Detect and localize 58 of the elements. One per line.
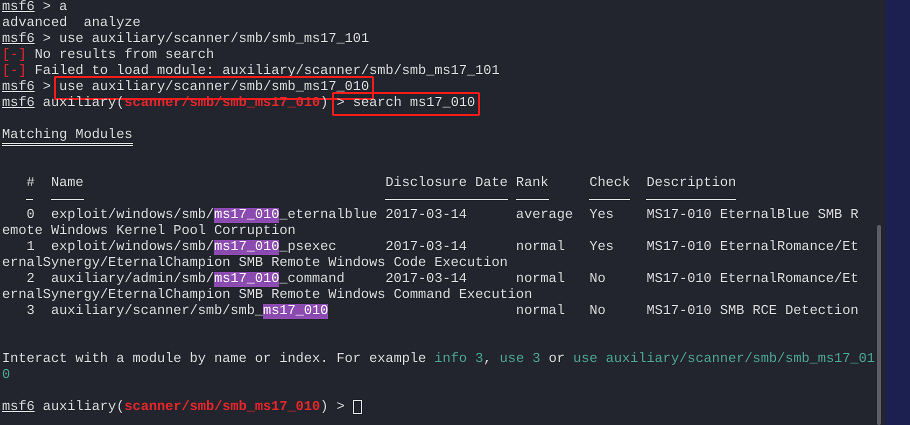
table-cell: 2 xyxy=(26,272,35,288)
command-hint: use 3 xyxy=(500,352,540,368)
terminal-text: > a xyxy=(42,0,68,16)
column-header: Description xyxy=(646,176,736,192)
terminal-text: > use auxiliary/scanner/smb/smb_ms17_101 xyxy=(42,32,370,48)
table-cell: 0 xyxy=(26,208,35,224)
command-hint: info 3 xyxy=(434,352,484,368)
table-cell: MS17-010 EternalRomance/Et xyxy=(646,240,859,256)
module-name: scanner/smb/smb_ms17_010 xyxy=(124,400,320,416)
table-cell: normal xyxy=(516,304,565,320)
table-cell: No xyxy=(589,272,606,288)
module-path: exploit/windows/smb/ms17_010_psexec xyxy=(50,240,336,256)
table-cell: normal xyxy=(516,240,565,256)
prompt-text: msf6 xyxy=(2,96,35,112)
table-cell: 3 xyxy=(26,304,35,320)
error-marker: [-] xyxy=(2,48,26,64)
command-hint: 0 xyxy=(2,368,10,384)
table-cell: normal xyxy=(516,272,565,288)
terminal-text: , xyxy=(483,352,492,368)
table-cell: 2017-03-14 xyxy=(385,240,467,256)
terminal-text: auxiliary( xyxy=(42,400,124,416)
column-header: Name xyxy=(50,176,84,192)
column-header: # xyxy=(26,176,35,192)
prompt-text: msf6 xyxy=(2,80,35,96)
module-path: auxiliary/admin/smb/ms17_010_command xyxy=(50,272,345,288)
table-cell: Yes xyxy=(589,240,614,256)
column-header: Rank xyxy=(516,176,549,192)
table-cell: No xyxy=(589,304,606,320)
terminal-text: No results from search xyxy=(34,48,214,64)
text-cursor xyxy=(352,400,362,414)
table-cell: MS17-010 EternalBlue SMB R xyxy=(646,208,859,224)
prompt-text: msf6 xyxy=(2,32,35,48)
wrapped-description: ernalSynergy/EternalChampion SMB Remote Windows Code Execution xyxy=(2,256,508,271)
terminal-text: Interact with a module by name or index. For example xyxy=(2,352,428,368)
terminal-text: advanced analyze xyxy=(2,16,141,32)
terminal-text: > xyxy=(336,400,346,416)
wrapped-description: emote Windows Kernel Pool Corruption xyxy=(2,224,296,239)
highlighted-command: > search ms17_010 xyxy=(332,92,480,116)
terminal-text: > xyxy=(42,80,52,96)
error-marker: [-] xyxy=(2,64,26,80)
wrapped-description: ernalSynergy/EternalChampion SMB Remote Windows Command Execution xyxy=(2,288,532,303)
command-hint: use auxiliary/scanner/smb/smb_ms17_01 xyxy=(573,352,875,368)
prompt-text: msf6 xyxy=(2,400,35,416)
table-cell: MS17-010 EternalRomance/Et xyxy=(646,272,859,288)
prompt-text: msf6 xyxy=(2,0,35,16)
terminal-text: or xyxy=(548,352,566,368)
column-header: Check xyxy=(589,176,630,192)
module-path: auxiliary/scanner/smb/smb_ms17_010 xyxy=(50,304,328,320)
table-cell: Yes xyxy=(589,208,614,224)
table-cell: 1 xyxy=(26,240,35,256)
table-cell: MS17-010 SMB RCE Detection xyxy=(646,304,859,320)
table-cell: 2017-03-14 xyxy=(385,272,467,288)
table-cell: 2017-03-14 xyxy=(385,208,467,224)
terminal-text: ) xyxy=(320,400,328,416)
table-cell: average xyxy=(516,208,574,224)
module-path: exploit/windows/smb/ms17_010_eternalblue xyxy=(50,208,378,224)
section-title: Matching Modules xyxy=(2,129,133,146)
column-header: Disclosure Date xyxy=(385,176,508,192)
